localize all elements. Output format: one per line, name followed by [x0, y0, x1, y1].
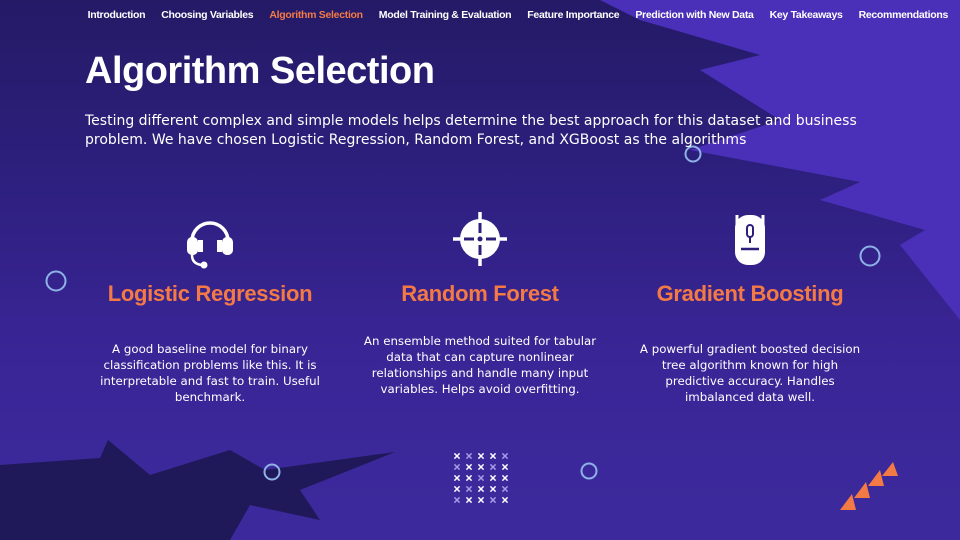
mouse-icon: [735, 215, 765, 265]
nav-item-key-takeaways[interactable]: Key Takeaways: [762, 9, 851, 21]
crosshair-icon: [453, 212, 507, 266]
card-title: Random Forest: [401, 281, 559, 306]
nav-item-feature-importance[interactable]: Feature Importance: [519, 9, 627, 21]
top-navigation: Introduction Choosing Variables Algorith…: [80, 9, 956, 21]
ring-decoration: [580, 462, 598, 480]
cross-pattern: [453, 452, 509, 504]
headset-icon: [187, 221, 233, 269]
intro-paragraph: Testing different complex and simple mod…: [85, 113, 857, 148]
algorithm-card-random-forest: Random Forest An ensemble method suited …: [350, 205, 610, 397]
nav-item-recommendations[interactable]: Recommendations: [851, 9, 956, 21]
nav-item-introduction[interactable]: Introduction: [80, 9, 154, 21]
card-description: An ensemble method suited for tabular da…: [363, 334, 597, 396]
card-description: A powerful gradient boosted decision tre…: [639, 342, 861, 404]
card-title: Logistic Regression: [107, 281, 313, 306]
nav-item-choosing-variables[interactable]: Choosing Variables: [153, 9, 261, 21]
algorithm-card-gradient-boosting: Gradient Boosting A powerful gradient bo…: [620, 205, 880, 405]
card-title: Gradient Boosting: [656, 281, 844, 306]
algorithm-card-logistic-regression: Logistic Regression A good baseline mode…: [80, 205, 340, 405]
nav-item-algorithm-selection[interactable]: Algorithm Selection: [261, 9, 370, 21]
zigzag-shape-bottom-left: [0, 440, 395, 540]
card-description: A good baseline model for binary classif…: [100, 342, 320, 404]
ring-decoration: [45, 270, 67, 292]
page-title: Algorithm Selection: [85, 50, 435, 92]
triangle-decoration: [840, 462, 898, 510]
nav-item-prediction[interactable]: Prediction with New Data: [627, 9, 761, 21]
nav-item-model-training[interactable]: Model Training & Evaluation: [371, 9, 520, 21]
